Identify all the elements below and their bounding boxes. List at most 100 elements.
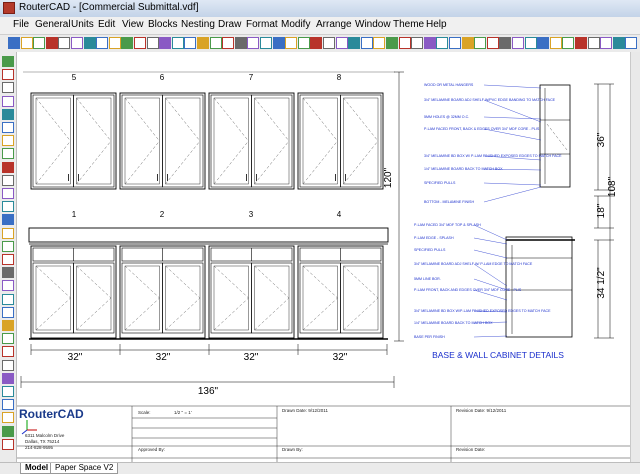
toolbar-copy-icon[interactable] [386, 37, 398, 49]
draw-tool-icon[interactable] [2, 188, 14, 199]
draw-tool-icon[interactable] [2, 135, 14, 147]
draw-tool-icon[interactable] [2, 69, 14, 81]
toolbar-snap-icon[interactable] [197, 37, 209, 49]
toolbar-redo-icon[interactable] [108, 37, 121, 49]
toolbar-paste-icon[interactable] [83, 37, 96, 49]
draw-tool-icon[interactable] [2, 267, 14, 279]
toolbar-color-green-icon[interactable] [285, 37, 298, 49]
draw-tool-icon[interactable] [2, 95, 14, 107]
toolbar-open-icon[interactable] [335, 37, 348, 49]
toolbar-color-yellow-icon[interactable] [310, 37, 323, 49]
toolbar-grid-icon[interactable] [524, 37, 537, 49]
draw-tool-icon[interactable] [2, 293, 14, 305]
toolbar-color-red-icon[interactable] [272, 37, 285, 49]
draw-tool-icon[interactable] [2, 240, 14, 252]
tab-model[interactable]: Model [20, 463, 54, 474]
toolbar-new-icon[interactable] [8, 37, 20, 49]
toolbar-save-icon[interactable] [348, 37, 361, 49]
draw-tool-icon[interactable] [2, 214, 14, 226]
toolbar-new-icon[interactable] [323, 37, 335, 49]
toolbar-zoom-out-icon[interactable] [134, 37, 146, 49]
draw-tool-icon[interactable] [2, 56, 14, 67]
draw-tool-icon[interactable] [2, 333, 14, 345]
menu-units[interactable]: Units [71, 19, 94, 30]
toolbar-zoom-out-icon[interactable] [449, 37, 461, 49]
draw-tool-icon[interactable] [2, 346, 14, 358]
menu-blocks[interactable]: Blocks [148, 19, 177, 30]
toolbar-layers-icon[interactable] [499, 37, 512, 49]
draw-tool-icon[interactable] [2, 412, 14, 424]
menu-help[interactable]: Help [426, 19, 447, 30]
toolbar-snap-icon[interactable] [512, 37, 524, 49]
draw-tool-icon[interactable] [2, 148, 14, 160]
menu-theme[interactable]: Theme [393, 19, 424, 30]
toolbar-text-style-icon[interactable] [562, 37, 575, 49]
menu-draw[interactable]: Draw [218, 19, 241, 30]
draw-tool-icon[interactable] [2, 174, 14, 186]
draw-tool-icon[interactable] [2, 320, 14, 331]
draw-tool-icon[interactable] [2, 254, 14, 265]
toolbar-zoom-extents-icon[interactable] [159, 37, 172, 49]
toolbar-zoom-extents-icon[interactable] [474, 37, 487, 49]
toolbar-undo-icon[interactable] [411, 37, 424, 49]
toolbar-cut-icon[interactable] [373, 37, 386, 49]
draw-tool-icon[interactable] [2, 306, 14, 318]
toolbar-paste-icon[interactable] [398, 37, 411, 49]
menu-file[interactable]: File [13, 19, 29, 30]
toolbar-ortho-icon[interactable] [222, 37, 235, 49]
toolbar-save-icon[interactable] [33, 37, 46, 49]
toolbar-dim-icon[interactable] [260, 37, 272, 49]
toolbar-pan-icon[interactable] [171, 37, 184, 49]
draw-tool-icon[interactable] [2, 359, 14, 371]
draw-tool-icon[interactable] [2, 161, 14, 173]
toolbar-layers-icon[interactable] [184, 37, 197, 49]
toolbar-color-blue-icon[interactable] [297, 37, 310, 49]
toolbar-text-style-icon[interactable] [247, 37, 260, 49]
drawing-canvas[interactable]: 5 6 7 8 1 2 3 4 32" 32" 32" 32" 136" 120… [17, 52, 630, 462]
toolbar-grid-icon[interactable] [209, 37, 222, 49]
draw-tool-icon[interactable] [2, 399, 14, 411]
toolbar-zoom-in-icon[interactable] [436, 37, 449, 49]
toolbar-print-icon[interactable] [45, 37, 58, 49]
toolbar-color-red-icon[interactable] [587, 37, 600, 49]
menu-arrange[interactable]: Arrange [316, 19, 352, 30]
draw-tool-icon[interactable] [2, 227, 14, 239]
toolbar-redo-icon[interactable] [423, 37, 436, 49]
draw-tool-icon[interactable] [2, 122, 14, 133]
draw-tool-icon[interactable] [2, 425, 14, 437]
menu-edit[interactable]: Edit [98, 19, 115, 30]
toolbar-open-icon[interactable] [20, 37, 33, 49]
toolbar-color-blue-icon[interactable] [612, 37, 625, 49]
menu-general[interactable]: General [35, 19, 71, 30]
toolbar-zoom-window-icon[interactable] [146, 37, 159, 49]
vertical-scrollbar[interactable] [630, 52, 640, 462]
draw-tool-icon[interactable] [2, 372, 14, 384]
toolbar-undo-icon[interactable] [96, 37, 109, 49]
draw-tool-icon[interactable] [2, 386, 14, 397]
toolbar-ortho-icon[interactable] [537, 37, 550, 49]
menu-nesting[interactable]: Nesting [181, 19, 215, 30]
toolbar-color-green-icon[interactable] [600, 37, 613, 49]
menu-format[interactable]: Format [246, 19, 278, 30]
draw-tool-icon[interactable] [2, 438, 14, 450]
toolbar-pan-icon[interactable] [486, 37, 499, 49]
menu-window[interactable]: Window [355, 19, 391, 30]
toolbar-polar-icon[interactable] [234, 37, 247, 49]
menu-view[interactable]: View [122, 19, 144, 30]
draw-tool-icon[interactable] [2, 108, 14, 120]
menu-modify[interactable]: Modify [281, 19, 310, 30]
toolbar-dim-icon[interactable] [575, 37, 587, 49]
toolbar-print-icon[interactable] [360, 37, 373, 49]
tab-paper-space[interactable]: Paper Space V2 [50, 463, 119, 474]
door-swing-line [254, 297, 290, 331]
draw-tool-icon[interactable] [2, 82, 14, 94]
toolbar-copy-icon[interactable] [71, 37, 83, 49]
toolbar-zoom-in-icon[interactable] [121, 37, 134, 49]
toolbar-cut-icon[interactable] [58, 37, 71, 49]
toolbar-polar-icon[interactable] [549, 37, 562, 49]
toolbar-zoom-window-icon[interactable] [461, 37, 474, 49]
draw-toolbar [0, 52, 17, 462]
draw-tool-icon[interactable] [2, 201, 14, 213]
draw-tool-icon[interactable] [2, 280, 14, 292]
toolbar-color-yellow-icon[interactable] [625, 37, 638, 49]
